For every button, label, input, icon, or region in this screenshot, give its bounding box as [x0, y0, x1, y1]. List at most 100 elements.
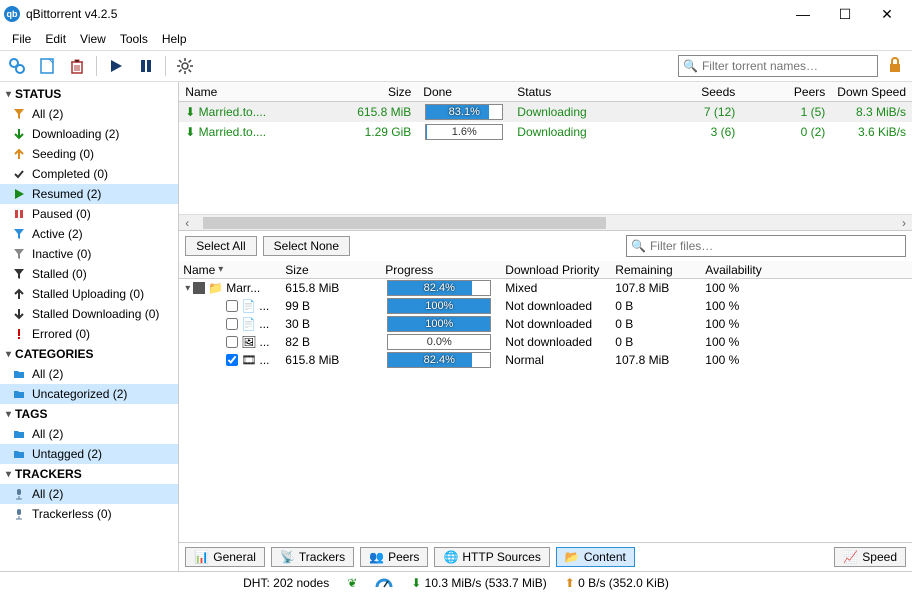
fcol-progress[interactable]: Progress — [379, 263, 499, 277]
file-row[interactable]: 📄 ...30 B100%Not downloaded0 B100 % — [179, 315, 912, 333]
col-size[interactable]: Size — [337, 85, 417, 99]
search-icon: 🔍 — [683, 59, 698, 73]
col-peers[interactable]: Peers — [741, 85, 831, 99]
dht-status: DHT: 202 nodes — [243, 576, 329, 590]
col-done[interactable]: Done — [417, 85, 511, 99]
sidebar-item[interactable]: Stalled (0) — [0, 264, 178, 284]
sidebar-item[interactable]: Resumed (2) — [0, 184, 178, 204]
sidebar-item[interactable]: Seeding (0) — [0, 144, 178, 164]
sidebar-item[interactable]: Stalled Uploading (0) — [0, 284, 178, 304]
sidebar-item[interactable]: All (2) — [0, 364, 178, 384]
col-name[interactable]: Name — [179, 85, 337, 99]
sidebar-item[interactable]: All (2) — [0, 424, 178, 444]
sidebar-header[interactable]: ▾STATUS — [0, 84, 178, 104]
sidebar-item[interactable]: Inactive (0) — [0, 244, 178, 264]
gauge-icon[interactable] — [375, 577, 393, 589]
filter-torrents-box[interactable]: 🔍 — [678, 55, 878, 77]
chevron-down-icon: ▾ — [6, 349, 11, 360]
sidebar-item[interactable]: Paused (0) — [0, 204, 178, 224]
tab-http-sources[interactable]: 🌐HTTP Sources — [434, 547, 549, 567]
file-row[interactable]: 📄 ...99 B100%Not downloaded0 B100 % — [179, 297, 912, 315]
tab-trackers[interactable]: 📡Trackers — [271, 547, 354, 567]
sidebar-item-label: Inactive (0) — [32, 247, 91, 261]
col-down-speed[interactable]: Down Speed — [831, 85, 912, 99]
add-file-button[interactable] — [36, 55, 58, 77]
file-checkbox[interactable] — [226, 300, 238, 312]
torrent-row[interactable]: ⬇ Married.to....615.8 MiB83.1%Downloadin… — [179, 102, 912, 122]
fcol-name[interactable]: Name ▾ — [179, 263, 279, 277]
image-icon: 🖼 — [241, 335, 256, 349]
sidebar-item[interactable]: Stalled Downloading (0) — [0, 304, 178, 324]
expand-icon[interactable]: ▾ — [185, 283, 190, 294]
filter-icon — [12, 248, 26, 260]
tab-peers[interactable]: 👥Peers — [360, 547, 428, 567]
maximize-button[interactable]: ☐ — [824, 2, 866, 26]
select-all-button[interactable]: Select All — [185, 236, 256, 256]
sidebar-item-label: All (2) — [32, 367, 63, 381]
close-button[interactable]: ✕ — [866, 2, 908, 26]
pause-button[interactable] — [135, 55, 157, 77]
filter-icon — [12, 108, 26, 120]
folder-icon — [12, 388, 26, 400]
play-icon — [12, 188, 26, 200]
sidebar-header[interactable]: ▾CATEGORIES — [0, 344, 178, 364]
minimize-button[interactable]: — — [782, 2, 824, 26]
col-seeds[interactable]: Seeds — [631, 85, 741, 99]
sidebar-item-label: Stalled (0) — [32, 267, 87, 281]
menu-help[interactable]: Help — [156, 30, 193, 48]
sidebar-item[interactable]: Downloading (2) — [0, 124, 178, 144]
filter-files-input[interactable] — [650, 239, 901, 253]
settings-button[interactable] — [174, 55, 196, 77]
sidebar-item[interactable]: Untagged (2) — [0, 444, 178, 464]
file-row[interactable]: ▾ 📁 Marr...615.8 MiB82.4%Mixed107.8 MiB1… — [179, 279, 912, 297]
fcol-priority[interactable]: Download Priority — [499, 263, 609, 277]
sidebar-item[interactable]: Active (2) — [0, 224, 178, 244]
folder-icon: 📁 — [208, 281, 223, 295]
file-icon: 📄 — [241, 299, 256, 313]
folder-icon — [12, 368, 26, 380]
file-checkbox[interactable] — [226, 336, 238, 348]
filter-files-box[interactable]: 🔍 — [626, 235, 906, 257]
sidebar-item-label: All (2) — [32, 427, 63, 441]
tab-icon: 📡 — [280, 550, 295, 564]
file-icon: 📄 — [241, 317, 256, 331]
col-status[interactable]: Status — [511, 85, 631, 99]
select-none-button[interactable]: Select None — [263, 236, 350, 256]
sidebar-item[interactable]: Completed (0) — [0, 164, 178, 184]
file-checkbox[interactable] — [226, 354, 238, 366]
sidebar-item-label: Uncategorized (2) — [32, 387, 127, 401]
sidebar-item[interactable]: All (2) — [0, 484, 178, 504]
sidebar-item[interactable]: Errored (0) — [0, 324, 178, 344]
sidebar-header[interactable]: ▾TAGS — [0, 404, 178, 424]
app-logo-icon: qb — [4, 6, 20, 22]
file-row[interactable]: 🎞 ...615.8 MiB82.4%Normal107.8 MiB100 % — [179, 351, 912, 369]
tab-content[interactable]: 📂Content — [556, 547, 635, 567]
tab-speed[interactable]: 📈Speed — [834, 547, 906, 567]
sidebar-item[interactable]: Trackerless (0) — [0, 504, 178, 524]
torrent-row[interactable]: ⬇ Married.to....1.29 GiB1.6%Downloading3… — [179, 122, 912, 142]
file-row[interactable]: 🖼 ...82 B0.0%Not downloaded0 B100 % — [179, 333, 912, 351]
menu-tools[interactable]: Tools — [114, 30, 154, 48]
fcol-availability[interactable]: Availability — [699, 263, 779, 277]
torrent-scrollbar[interactable]: ‹› — [179, 214, 912, 230]
filter-torrents-input[interactable] — [702, 59, 873, 73]
fcol-remaining[interactable]: Remaining — [609, 263, 699, 277]
resume-button[interactable] — [105, 55, 127, 77]
lock-button[interactable] — [886, 56, 906, 76]
menu-file[interactable]: File — [6, 30, 37, 48]
menu-view[interactable]: View — [74, 30, 112, 48]
menu-edit[interactable]: Edit — [39, 30, 72, 48]
sidebar-header[interactable]: ▾TRACKERS — [0, 464, 178, 484]
file-checkbox[interactable] — [226, 318, 238, 330]
tristate-checkbox[interactable] — [193, 282, 205, 294]
sidebar-item[interactable]: Uncategorized (2) — [0, 384, 178, 404]
tab-general[interactable]: 📊General — [185, 547, 265, 567]
fcol-size[interactable]: Size — [279, 263, 379, 277]
sidebar-item[interactable]: All (2) — [0, 104, 178, 124]
sidebar-item-label: Completed (0) — [32, 167, 108, 181]
filter-icon — [12, 268, 26, 280]
delete-button[interactable] — [66, 55, 88, 77]
sidebar-item-label: Active (2) — [32, 227, 83, 241]
add-link-button[interactable] — [6, 55, 28, 77]
sidebar-item-label: Paused (0) — [32, 207, 91, 221]
